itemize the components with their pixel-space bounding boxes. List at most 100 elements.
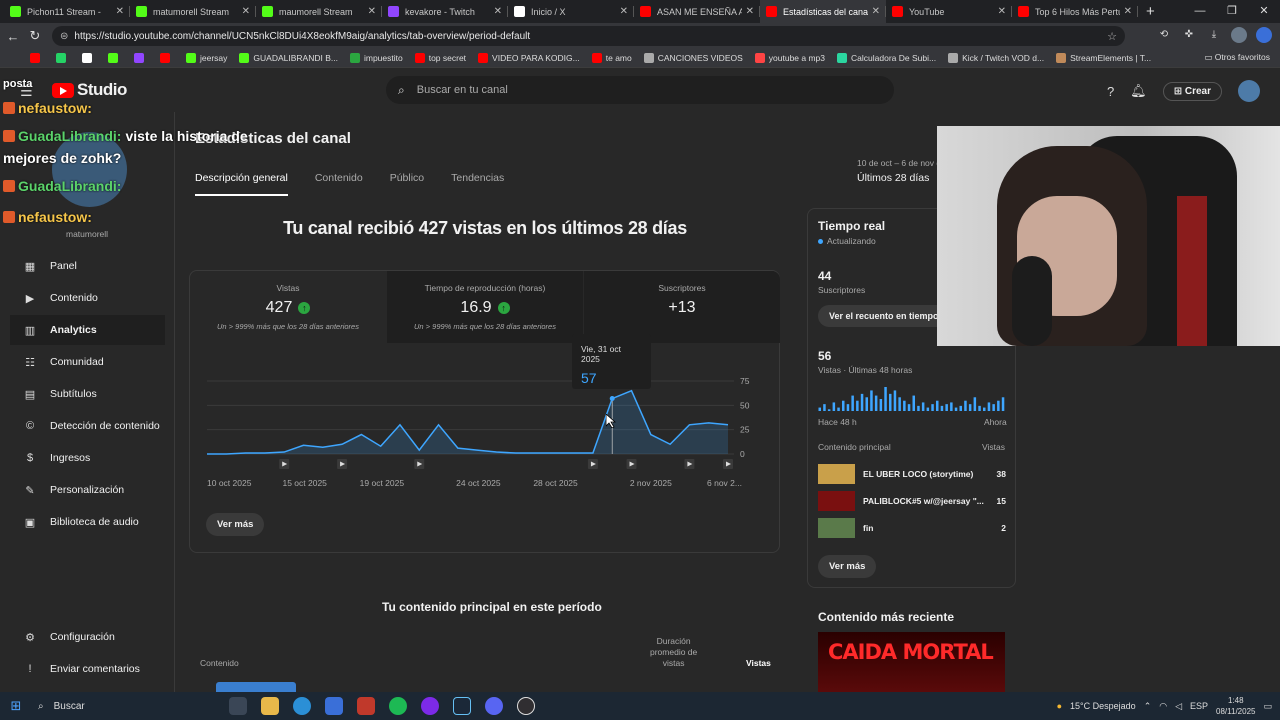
realtime-bar-chart[interactable] [818,381,1006,411]
bookmark-item[interactable]: Kick / Twitch VOD d... [948,53,1044,63]
realtime-count-button[interactable]: Ver el recuento en tiempo r [818,305,956,327]
copilot-icon[interactable] [1256,27,1272,43]
browser-tab[interactable]: Estadísticas del canal - Y ✕ [760,0,886,23]
browser-tab[interactable]: maumorell Stream ✕ [256,0,382,23]
tab-audience[interactable]: Público [390,172,424,196]
bookmark-item[interactable] [82,53,96,63]
metric-tab[interactable]: Vistas 427 ↑ Un > 999% más que los 28 días … [190,271,386,343]
table-header-views[interactable]: Vistas [746,658,771,669]
bookmark-item[interactable] [134,53,148,63]
bookmark-item[interactable]: impuestito [349,53,403,63]
bookmark-item[interactable]: youtube a mp3 [754,53,825,63]
sidebar-item-copyright[interactable]: © Detección de contenido [10,411,165,441]
discord-icon[interactable] [485,697,503,715]
taskbar-search[interactable]: ⌕ Buscar [32,701,222,712]
tab-content[interactable]: Contenido [315,172,363,196]
tab-close-icon[interactable]: ✕ [620,6,628,17]
browser-tab[interactable]: Pichon11 Stream - ✕ [4,0,130,23]
metric-tab[interactable]: Suscriptores +13 [584,271,780,343]
studio-logo[interactable]: Studio [52,80,127,100]
bookmark-item[interactable]: te amo [591,53,632,63]
extension-icon[interactable]: ⟲ [1156,27,1172,43]
notifications-tray-icon[interactable]: ▭ [1263,701,1272,712]
account-avatar[interactable] [1238,80,1260,102]
tab-close-icon[interactable]: ✕ [242,6,250,17]
bookmark-item[interactable] [30,53,44,63]
tab-close-icon[interactable]: ✕ [998,6,1006,17]
notifications-icon[interactable]: 🔔︎ [1130,83,1147,99]
top-content-item[interactable]: PALIBLOCK#5 w/@jeersay "... 15 [818,491,1006,511]
browser-tab[interactable]: matumorell Stream ✕ [130,0,256,23]
bookmark-item[interactable]: top secret [414,53,466,63]
site-info-icon[interactable]: ⊜ [60,31,68,42]
steam-icon[interactable] [453,697,471,715]
download-icon[interactable]: ⤓ [1206,27,1222,43]
sidebar-item-analytics[interactable]: ▥ Analytics [10,315,165,345]
profile-icon[interactable] [1231,27,1247,43]
browser-tab[interactable]: kevakore - Twitch ✕ [382,0,508,23]
sidebar-item-money[interactable]: $ Ingresos [10,443,165,473]
extensions-icon[interactable]: ✜ [1181,27,1197,43]
tab-trends[interactable]: Tendencias [451,172,504,196]
back-icon[interactable]: ← [2,29,24,44]
content-thumbnail[interactable] [216,682,296,692]
address-bar[interactable]: ⊜ https://studio.youtube.com/channel/UCN… [52,26,1125,46]
browser-tab[interactable]: ASAN ME ENSEÑA A HA ✕ [634,0,760,23]
sidebar-item-settings[interactable]: ⚙ Configuración [10,622,165,652]
wifi-icon[interactable]: ◠ [1159,701,1167,712]
maximize-button[interactable]: ❐ [1216,0,1248,23]
browser-tab[interactable]: YouTube ✕ [886,0,1012,23]
bookmark-item[interactable]: StreamElements | T... [1056,53,1151,63]
sidebar-item-feedback[interactable]: ! Enviar comentarios [10,654,165,684]
sidebar-item-subtitles[interactable]: ▤ Subtítulos [10,379,165,409]
new-tab-button[interactable]: + [1136,0,1165,23]
clock[interactable]: 1:48 08/11/2025 [1216,695,1255,717]
language-indicator[interactable]: ESP [1190,701,1208,711]
store-icon[interactable] [325,697,343,715]
windows-start-icon[interactable]: ⊞ [0,698,32,714]
tab-close-icon[interactable]: ✕ [1124,6,1132,17]
create-button[interactable]: ⊞ Crear [1162,81,1222,101]
metric-tab[interactable]: Tiempo de reproducción (horas) 16.9 ↑ Un > … [387,271,583,343]
see-more-button[interactable]: Ver más [206,513,265,536]
bookmark-star-icon[interactable]: ☆ [1107,30,1117,43]
tab-close-icon[interactable]: ✕ [116,6,124,17]
top-content-item[interactable]: EL UBER LOCO (storytime) 38 [818,464,1006,484]
help-icon[interactable]: ? [1107,84,1114,99]
tab-close-icon[interactable]: ✕ [746,6,754,17]
edge-icon[interactable] [293,697,311,715]
task-view-icon[interactable] [229,697,247,715]
reload-icon[interactable]: ↻ [24,28,46,44]
recent-content-thumbnail[interactable]: CAIDA MORTAL [818,632,1005,692]
minimize-button[interactable]: — [1184,0,1216,23]
volume-icon[interactable]: ◁ [1175,701,1182,712]
tray-chevron-icon[interactable]: ⌃ [1144,701,1152,712]
close-window-button[interactable]: ✕ [1248,0,1280,23]
bookmark-item[interactable]: jeersay [186,53,227,63]
sidebar-item-content[interactable]: ▶ Contenido [10,283,165,313]
tab-close-icon[interactable]: ✕ [368,6,376,17]
realtime-see-more-button[interactable]: Ver más [818,555,877,578]
weather-text[interactable]: 15°C Despejado [1070,701,1136,711]
canva-icon[interactable] [421,697,439,715]
bookmark-item[interactable] [56,53,70,63]
tab-overview[interactable]: Descripción general [195,172,288,196]
other-bookmarks[interactable]: ▭ Otros favoritos [1204,52,1270,63]
browser-tab[interactable]: Inicio / X ✕ [508,0,634,23]
tab-close-icon[interactable]: ✕ [872,6,880,17]
sidebar-item-audio-library[interactable]: ▣ Biblioteca de audio [10,507,165,537]
bookmark-item[interactable]: CANCIONES VIDEOS [643,53,743,63]
tab-close-icon[interactable]: ✕ [494,6,502,17]
spotify-icon[interactable] [389,697,407,715]
bookmark-item[interactable] [108,53,122,63]
sidebar-item-dashboard[interactable]: ▦ Panel [10,251,165,281]
app-icon[interactable] [357,697,375,715]
sidebar-item-community[interactable]: ☷ Comunidad [10,347,165,377]
bookmark-item[interactable]: VIDEO PARA KODIG... [478,53,580,63]
browser-tab[interactable]: Top 6 Hilos Más Perturb ✕ [1012,0,1138,23]
file-explorer-icon[interactable] [261,697,279,715]
date-period[interactable]: Últimos 28 días [857,172,929,184]
channel-search[interactable]: ⌕ Buscar en tu canal [386,76,894,104]
bookmark-item[interactable]: GUADALIBRANDI B... [239,53,338,63]
bookmark-item[interactable]: Calculadora De Subi... [837,53,936,63]
